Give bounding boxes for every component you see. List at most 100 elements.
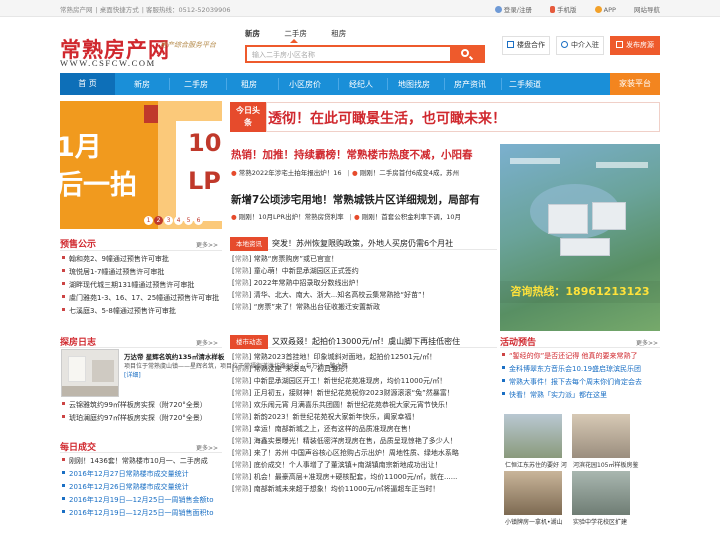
photo-caption[interactable]: 仁恒江东苏住的要好 河 — [505, 460, 567, 469]
nav-second[interactable]: 二手房 — [184, 79, 208, 90]
list-item[interactable]: 琉悦居1-7幢通过预售许可审批 — [62, 266, 219, 279]
news-item-title: 南部新城未来超于想象！均价11000元/㎡将逼超车正当时！ — [253, 485, 440, 493]
list-item[interactable]: 2016年12月26日常熟楼市成交量统计 — [62, 481, 213, 494]
photo-thumb[interactable] — [572, 414, 630, 458]
market-headline[interactable]: 又双叒叕！起拍价13000元/㎡！虞山脚下再挂低密住 — [272, 336, 460, 347]
photo-thumb[interactable] — [504, 414, 562, 458]
daily-list: 刚刚！1436套！常熟楼市10月一、二手房成 2016年12月27日常熟楼市成交… — [62, 455, 213, 520]
news-item[interactable]: [常熟] 常熟2023首挂地！印象城斜对面地，起拍价12501元/㎡！ — [232, 351, 459, 363]
news-item[interactable]: [常熟] 正月初五，接财神！新世纪花苑祝你2023财源滚滚“兔”然暴富！ — [232, 387, 459, 399]
nav-second-channel[interactable]: 二手频道 — [509, 79, 541, 90]
slide-text-2: 后一拍 — [60, 170, 137, 201]
news-item[interactable]: [常熟] “房票”来了！常熟出台征收搬迁安置新政 — [232, 301, 429, 313]
agent-button[interactable]: 中介入驻 — [556, 36, 604, 55]
diary-feature-title[interactable]: 万达帝 星辉名筑约135㎡清水样板 — [124, 351, 224, 361]
desktop-shortcut-link[interactable]: 桌面快捷方式 — [100, 6, 139, 14]
presale-more-link[interactable]: 更多>> — [196, 240, 218, 249]
list-item[interactable]: 琥珀澜庭约97㎡样板房实探（附720°全景） — [62, 412, 207, 425]
photo-caption[interactable]: 小镇牌房一拿机•湖山 — [505, 517, 563, 526]
slide-dot-active[interactable]: 2 — [154, 216, 163, 225]
news-item[interactable]: [常熟] 机会！最豪高层+准现房+硬核配套，均价11000元/㎡，就在.....… — [232, 471, 459, 483]
list-item[interactable]: 常熟大事件！报下去每个周末你们肯定会去 — [502, 376, 642, 389]
news-item[interactable]: [常熟] 欢乐闹元宵 月满喜乐共团圆！新世纪花苑恭祝大家元宵节快乐！ — [232, 399, 459, 411]
list-item[interactable]: 虞门雅苑1-3、16、17、25幢通过预售许可审批 — [62, 292, 219, 305]
news-item[interactable]: [常熟] 南部新城未来超于想象！均价11000元/㎡将逼超车正当时！ — [232, 483, 459, 495]
list-item[interactable]: 2016年12月19日—12月25日一周销售金额to — [62, 494, 213, 507]
news-item[interactable]: [常熟] 童心萌！中新昆承湖园区正式签约 — [232, 265, 429, 277]
photo-thumb[interactable] — [572, 471, 630, 515]
slide-text-1: 1月 — [60, 132, 102, 163]
search-input[interactable]: 输入二手房小区名称 — [245, 45, 485, 63]
news-item[interactable]: [常熟] 常熟这座“未来岛”，初具雏形！ — [232, 363, 459, 375]
diary-more-link[interactable]: 更多>> — [196, 338, 218, 347]
photo-thumb[interactable] — [504, 471, 562, 515]
list-item[interactable]: 快看！常熟「实力派」都在这里 — [502, 389, 642, 402]
search-tab-rent[interactable]: 租房 — [331, 28, 346, 39]
nav-map[interactable]: 地图找房 — [398, 79, 430, 90]
list-item[interactable]: 翰和苑2、9幢通过预售许可审批 — [62, 253, 219, 266]
slide-dot[interactable]: 5 — [184, 216, 193, 225]
nav-prices[interactable]: 小区房价 — [289, 79, 321, 90]
search-tab-second[interactable]: 二手房 — [284, 28, 307, 39]
nav-news[interactable]: 房产资讯 — [454, 79, 486, 90]
slide-dot[interactable]: 6 — [194, 216, 203, 225]
news-item[interactable]: [常熟] 常熟“房票购房”或已官宣！ — [232, 253, 429, 265]
project-map-ad[interactable]: 咨询热线：18961213123 — [500, 144, 660, 331]
slide-dot[interactable]: 4 — [174, 216, 183, 225]
events-more-link[interactable]: 更多>> — [636, 338, 658, 347]
nav-home-decor[interactable]: 家装平台 — [610, 73, 660, 95]
diary-detail-link[interactable]: [详细] — [124, 372, 141, 379]
cooperate-button[interactable]: 楼盘合作 — [502, 36, 550, 55]
news-item-city: 常熟 — [234, 437, 249, 445]
headline-3[interactable]: 新增7公顷涉宅用地！常熟城铁片区详细规划，局部有 — [231, 192, 497, 207]
list-item[interactable]: 2016年12月19日—12月25日一周销售面积to — [62, 507, 213, 520]
diary-thumbnail[interactable] — [61, 349, 119, 397]
list-item[interactable]: 金科博翠东方音乐会10.19盛启琼滨民乐团 — [502, 363, 642, 376]
sitemap-link[interactable]: 网站导航 — [634, 6, 660, 14]
banner-slideshow[interactable]: 1月 后一拍 10 LP 123456 — [60, 101, 222, 229]
search-tab-new[interactable]: 新房 — [245, 28, 260, 39]
news-item[interactable]: [常熟] 中新昆承湖园区开工！新世纪花苑准现房，均价11000元/㎡！ — [232, 375, 459, 387]
local-headline[interactable]: 突发！苏州恢复限购政策，外地人买房仍需6个月社 — [272, 238, 453, 249]
list-item[interactable]: 七溪庭3、5-8幢通过预售许可审批 — [62, 305, 219, 318]
app-link[interactable]: APP — [594, 6, 616, 14]
slide-dot[interactable]: 3 — [164, 216, 173, 225]
news-item[interactable]: [常熟] 清华、北大、南大、浙大...知名高校云集常熟抢“好苗”！ — [232, 289, 429, 301]
presale-list: 翰和苑2、9幢通过预售许可审批 琉悦居1-7幢通过预售许可审批 湖畔现代城三期1… — [62, 253, 219, 318]
nav-new[interactable]: 新房 — [134, 79, 150, 90]
news-item[interactable]: [常熟] 2022年常熟中招录取分数线出炉！ — [232, 277, 429, 289]
news-item[interactable]: [常熟] 新韵2023！新世纪花苑祝大家新年快乐，阖家幸福！ — [232, 411, 459, 423]
list-item[interactable]: 2016年12月27日常熟楼市成交量统计 — [62, 468, 213, 481]
slide-dot[interactable]: 1 — [144, 216, 153, 225]
photo-caption[interactable]: 实验中学花校区扩建 — [573, 517, 627, 526]
nav-home[interactable]: 首 页 — [60, 73, 115, 95]
search-button[interactable] — [450, 47, 483, 61]
photo-caption[interactable]: 河滨花园105㎡样板房鉴 — [573, 460, 638, 469]
sub-link[interactable]: 常熟2022年涉宅土拍年报出炉！16 — [239, 169, 342, 177]
house-icon — [616, 41, 623, 48]
login-link[interactable]: 登录/注册 — [494, 6, 532, 14]
site-link[interactable]: 常熟房产网 — [60, 6, 93, 14]
list-item[interactable]: 湖畔现代城三期131幢通过预售许可审批 — [62, 279, 219, 292]
nav-rent[interactable]: 租房 — [241, 79, 257, 90]
agent-icon — [561, 41, 568, 48]
market-news-tag[interactable]: 楼市动态 — [230, 335, 268, 349]
daily-more-link[interactable]: 更多>> — [196, 443, 218, 452]
sub-link[interactable]: 刚刚！二手房首付6成变4成，苏州 — [360, 169, 459, 177]
mobile-link[interactable]: 手机版 — [550, 6, 577, 14]
news-item[interactable]: [常熟] 海鑫实景曝光！精装低密洋房现房在售，品质呈现惊艳了多少人！ — [232, 435, 459, 447]
news-item[interactable]: [常熟] 底价成交！个人事增了了董滨镇+南湖镇南宗新地成功出让！ — [232, 459, 459, 471]
headline-1[interactable]: 透彻！在此可瞰景生活，也可瞰未来！ — [268, 108, 506, 128]
post-listing-button[interactable]: 发布房源 — [610, 36, 660, 55]
list-item[interactable]: 刚刚！1436套！常熟楼市10月一、二手房成 — [62, 455, 213, 468]
news-item[interactable]: [常熟] 幸运！南部新城之上，还有这样的品质准现房在售！ — [232, 423, 459, 435]
list-item[interactable]: “錾经的你”是否还记得 他真的要来常熟了 — [502, 350, 642, 363]
sub-link[interactable]: 刚刚！首套公积金利率下调，10月 — [362, 213, 461, 221]
news-item[interactable]: [常熟] 来了！苏州 中国声谷核心区抢购占示出炉！周地性质、绿地水系略 — [232, 447, 459, 459]
nav-agents[interactable]: 经纪人 — [349, 79, 373, 90]
news-item-city: 常熟 — [234, 449, 249, 457]
local-news-tag[interactable]: 本地资讯 — [230, 237, 268, 251]
sub-link[interactable]: 刚刚！10月LPR出炉！常熟房贷利率 — [239, 213, 344, 221]
headline-2[interactable]: 热销！加推！持续霸榜！常熟楼市热度不减，小阳春 — [231, 147, 497, 162]
list-item[interactable]: 云锦雅筑约99㎡样板房实探（附720°全景） — [62, 399, 207, 412]
